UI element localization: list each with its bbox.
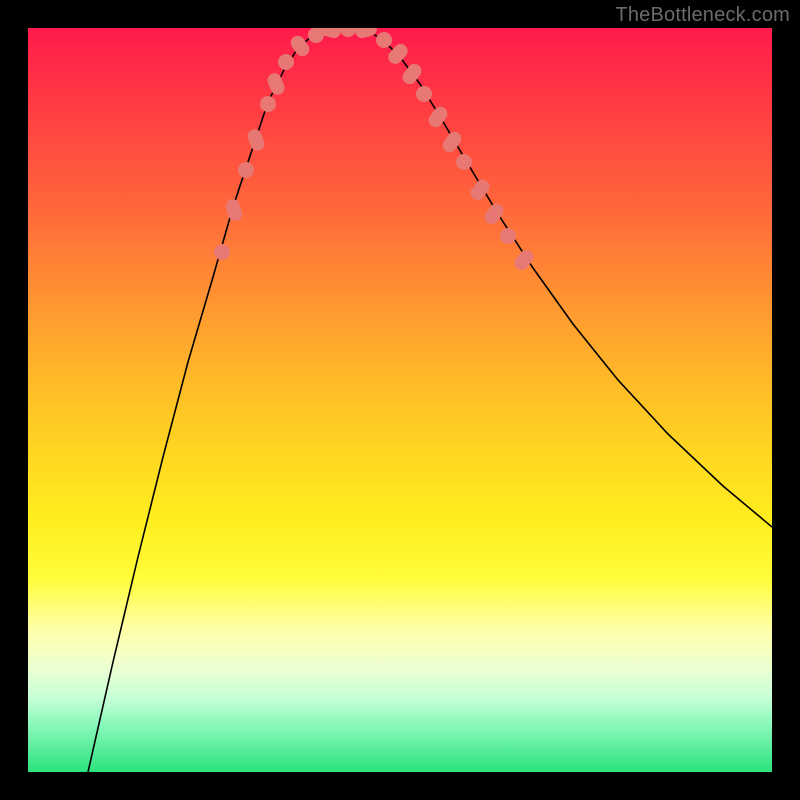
curve-marker <box>224 197 244 222</box>
curve-marker <box>278 54 294 70</box>
curve-marker <box>265 71 286 97</box>
curve-marker <box>376 32 392 48</box>
curve-marker <box>340 28 356 37</box>
curve-marker <box>214 244 230 260</box>
curve-marker <box>246 127 267 152</box>
curve-marker <box>416 86 432 102</box>
curve-marker <box>260 96 276 112</box>
curve-marker <box>400 61 425 87</box>
chart-frame: TheBottleneck.com <box>0 0 800 800</box>
marker-layer <box>214 28 536 273</box>
curve-marker <box>500 228 516 244</box>
curve-marker <box>354 28 379 40</box>
curve-svg <box>28 28 772 772</box>
plot-area <box>28 28 772 772</box>
curve-marker <box>512 247 537 273</box>
curve-marker <box>482 201 507 227</box>
curve-marker <box>456 154 472 170</box>
bottleneck-curve <box>88 29 772 772</box>
watermark-text: TheBottleneck.com <box>615 4 790 27</box>
curve-marker <box>238 162 254 178</box>
